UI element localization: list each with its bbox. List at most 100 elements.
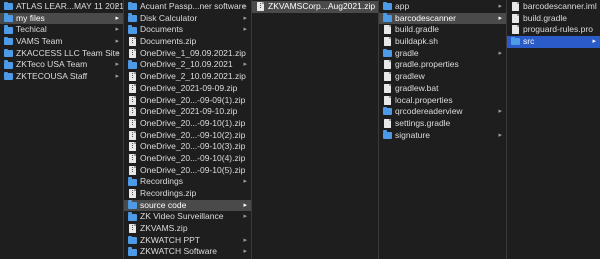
folder-icon [4, 1, 13, 11]
item-label: signature [395, 129, 430, 140]
file-item[interactable]: barcodescanner.iml [507, 1, 600, 13]
folder-item[interactable]: Techical ▸ [0, 24, 123, 36]
item-label: OneDrive_20...-09-10(2).zip [140, 129, 246, 140]
chevron-right-icon: ▸ [498, 131, 502, 139]
folder-icon [128, 200, 137, 209]
item-label: gradle [395, 47, 419, 58]
file-icon [384, 83, 391, 93]
chevron-right-icon: ▸ [243, 178, 247, 186]
zip-file-icon [129, 130, 136, 140]
file-item[interactable]: OneDrive_2021-09-09.zip [124, 83, 251, 95]
item-label: OneDrive_1_09.09.2021.zip [140, 47, 246, 58]
file-item[interactable]: build.gradle [507, 13, 600, 25]
folder-item[interactable]: Documents ▸ [124, 24, 251, 36]
file-item[interactable]: build.gradle [379, 24, 506, 36]
file-item[interactable]: Documents.zip [124, 36, 251, 48]
folder-item[interactable]: VAMS Team ▸ [0, 36, 123, 48]
folder-item[interactable]: signature ▸ [379, 130, 506, 142]
zip-file-icon [129, 118, 136, 128]
zip-file-icon [129, 107, 136, 117]
folder-item[interactable]: barcodescanner ▸ [379, 12, 506, 25]
file-item[interactable]: gradlew [379, 71, 506, 83]
folder-icon [383, 1, 392, 11]
column-zip-contents[interactable]: app ▸ barcodescanner ▸ build.gradle buildapk.… [379, 0, 507, 259]
folder-icon [128, 25, 137, 34]
folder-icon [383, 106, 392, 116]
item-label: Documents [140, 24, 183, 35]
file-icon [384, 25, 391, 35]
file-item[interactable]: gradlew.bat [379, 83, 506, 95]
item-label: ATLAS LEAR...MAY 11 2021 [16, 1, 123, 11]
zip-file-icon [129, 165, 136, 175]
item-label: barcodescanner.iml [523, 1, 597, 11]
item-label: ZKVAMS.zip [140, 223, 188, 234]
folder-item[interactable]: ATLAS LEAR...MAY 11 2021 ▸ [0, 1, 123, 13]
folder-item[interactable]: ZKTECOUSA Staff ▸ [0, 71, 123, 83]
folder-icon [4, 71, 13, 81]
folder-icon [4, 48, 13, 58]
folder-item[interactable]: my files ▸ [0, 12, 123, 25]
zip-file-icon [129, 153, 136, 163]
chevron-right-icon: ▸ [498, 3, 502, 10]
file-item[interactable]: ZKVAMS.zip [124, 223, 251, 235]
chevron-right-icon: ▸ [243, 248, 247, 256]
file-item[interactable]: ZKVAMSCorp...Aug2021.zip [252, 1, 378, 13]
chevron-right-icon: ▸ [243, 213, 247, 221]
item-label: Acuant Passp...ner software [140, 1, 247, 11]
folder-item[interactable]: qrcodereaderview ▸ [379, 106, 506, 118]
file-item[interactable]: OneDrive_20...-09-10(1).zip [124, 118, 251, 130]
item-label: gradlew.bat [395, 82, 439, 93]
file-item[interactable]: OneDrive_20...-09-09(1).zip [124, 95, 251, 107]
column-my-files[interactable]: Acuant Passp...ner software ▸ Disk Calcula… [124, 0, 252, 259]
chevron-right-icon: ▸ [243, 236, 247, 244]
folder-icon [128, 1, 137, 11]
item-label: Documents.zip [140, 36, 197, 47]
column-source-code[interactable]: ZKVAMSCorp...Aug2021.zip [252, 0, 379, 259]
file-item[interactable]: OneDrive_20...-09-10(4).zip [124, 153, 251, 165]
file-item[interactable]: OneDrive_1_09.09.2021.zip [124, 48, 251, 60]
file-item[interactable]: OneDrive_2021-09-10.zip [124, 106, 251, 118]
item-label: gradlew [395, 71, 425, 82]
item-label: app [395, 1, 410, 11]
file-item[interactable]: proguard-rules.pro [507, 24, 600, 36]
chevron-right-icon: ▸ [115, 26, 119, 34]
chevron-right-icon: ▸ [243, 14, 247, 22]
file-item[interactable]: OneDrive_20...-09-10(2).zip [124, 130, 251, 142]
chevron-right-icon: ▸ [498, 49, 502, 57]
file-item[interactable]: settings.gradle [379, 118, 506, 130]
zip-file-icon [129, 72, 136, 82]
folder-item[interactable]: Disk Calculator ▸ [124, 13, 251, 25]
item-label: Recordings.zip [140, 188, 197, 198]
folder-item[interactable]: ZKWATCH PPT ▸ [124, 235, 251, 247]
file-item[interactable]: buildapk.sh [379, 36, 506, 48]
file-item[interactable]: OneDrive_20...-09-10(5).zip [124, 165, 251, 177]
folder-icon [4, 13, 13, 22]
file-item[interactable]: local.properties [379, 95, 506, 107]
column-locations[interactable]: ATLAS LEAR...MAY 11 2021 ▸ my files ▸ Techic… [0, 0, 124, 259]
zip-file-icon [129, 95, 136, 105]
folder-item[interactable]: Acuant Passp...ner software ▸ [124, 1, 251, 13]
file-item[interactable]: gradle.properties [379, 59, 506, 71]
folder-item[interactable]: source code ▸ [124, 199, 251, 212]
folder-item[interactable]: ZK Video Surveillance ▸ [124, 211, 251, 223]
folder-item[interactable]: app ▸ [379, 1, 506, 13]
item-label: source code [140, 199, 187, 210]
folder-item[interactable]: gradle ▸ [379, 48, 506, 60]
item-label: my files [16, 12, 45, 23]
folder-icon [383, 48, 392, 58]
column-barcodescanner[interactable]: barcodescanner.iml build.gradle proguard-r… [507, 0, 600, 259]
item-label: VAMS Team [16, 36, 63, 47]
folder-item[interactable]: ZKACCESS LLC Team Site ▸ [0, 48, 123, 60]
file-icon [384, 60, 391, 70]
folder-item[interactable]: ZKTeco USA Team ▸ [0, 59, 123, 71]
folder-item[interactable]: ZKWATCH Software ▸ [124, 246, 251, 258]
folder-item[interactable]: OneDrive_2_10.09.2021 ▸ [124, 59, 251, 71]
file-item[interactable]: OneDrive_20...-09-10(3).zip [124, 141, 251, 153]
chevron-right-icon: ▸ [115, 3, 119, 10]
item-label: OneDrive_2021-09-09.zip [140, 82, 238, 93]
file-item[interactable]: OneDrive_2_10.09.2021.zip [124, 71, 251, 83]
item-label: Techical [16, 24, 47, 35]
file-item[interactable]: Recordings.zip [124, 188, 251, 200]
folder-item[interactable]: Recordings ▸ [124, 176, 251, 188]
folder-item[interactable]: src ▸ [507, 36, 600, 48]
